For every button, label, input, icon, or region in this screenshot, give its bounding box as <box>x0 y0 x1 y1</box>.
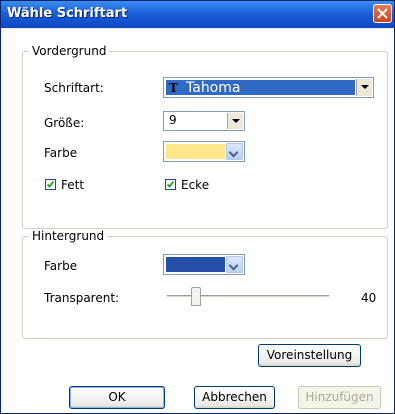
bg-color-label: Farbe <box>44 259 78 273</box>
chevron-down-icon[interactable] <box>356 79 372 96</box>
bg-color-swatch <box>166 257 225 272</box>
title-bar[interactable]: Wähle Schriftart <box>1 1 394 28</box>
font-dialog: Wähle Schriftart Vordergrund Schriftart:… <box>0 0 395 414</box>
ok-button[interactable]: OK <box>69 386 165 409</box>
add-button: Hinzufügen <box>298 386 381 409</box>
chevron-down-icon[interactable] <box>226 256 243 273</box>
font-name: Tahoma <box>186 80 241 96</box>
fg-color-swatch <box>166 144 225 159</box>
transparent-value: 40 <box>361 291 377 305</box>
size-label: Größe: <box>44 116 85 130</box>
dialog-body: Vordergrund Schriftart: T Tahoma Größe: … <box>1 29 394 413</box>
bg-color-select[interactable] <box>163 254 245 275</box>
corner-label: Ecke <box>181 178 210 192</box>
window-title: Wähle Schriftart <box>7 6 128 21</box>
checkmark-icon <box>46 180 55 188</box>
chevron-down-icon[interactable] <box>227 113 243 129</box>
background-group: Hintergrund <box>22 229 388 339</box>
bold-checkbox[interactable] <box>45 179 56 190</box>
transparent-label: Transparent: <box>44 291 120 305</box>
checkmark-icon <box>166 180 175 188</box>
close-button[interactable] <box>373 4 392 23</box>
foreground-group-label: Vordergrund <box>32 44 107 58</box>
size-select[interactable]: 9 <box>163 111 245 131</box>
close-icon <box>377 8 388 19</box>
background-group-label: Hintergrund <box>32 229 105 243</box>
font-select[interactable]: T Tahoma <box>163 77 374 98</box>
chevron-down-icon[interactable] <box>226 143 243 160</box>
cancel-button[interactable]: Abbrechen <box>194 386 275 409</box>
font-label: Schriftart: <box>44 81 104 95</box>
transparency-slider-thumb[interactable] <box>191 287 201 306</box>
bold-label: Fett <box>61 178 85 192</box>
size-value: 9 <box>169 113 177 127</box>
font-select-value: T Tahoma <box>166 80 355 96</box>
default-settings-button[interactable]: Voreinstellung <box>258 344 361 367</box>
corner-checkbox[interactable] <box>165 179 176 190</box>
fg-color-select[interactable] <box>163 141 245 162</box>
fg-color-label: Farbe <box>44 146 78 160</box>
truetype-icon: T <box>169 81 178 95</box>
foreground-group: Vordergrund <box>22 44 388 229</box>
